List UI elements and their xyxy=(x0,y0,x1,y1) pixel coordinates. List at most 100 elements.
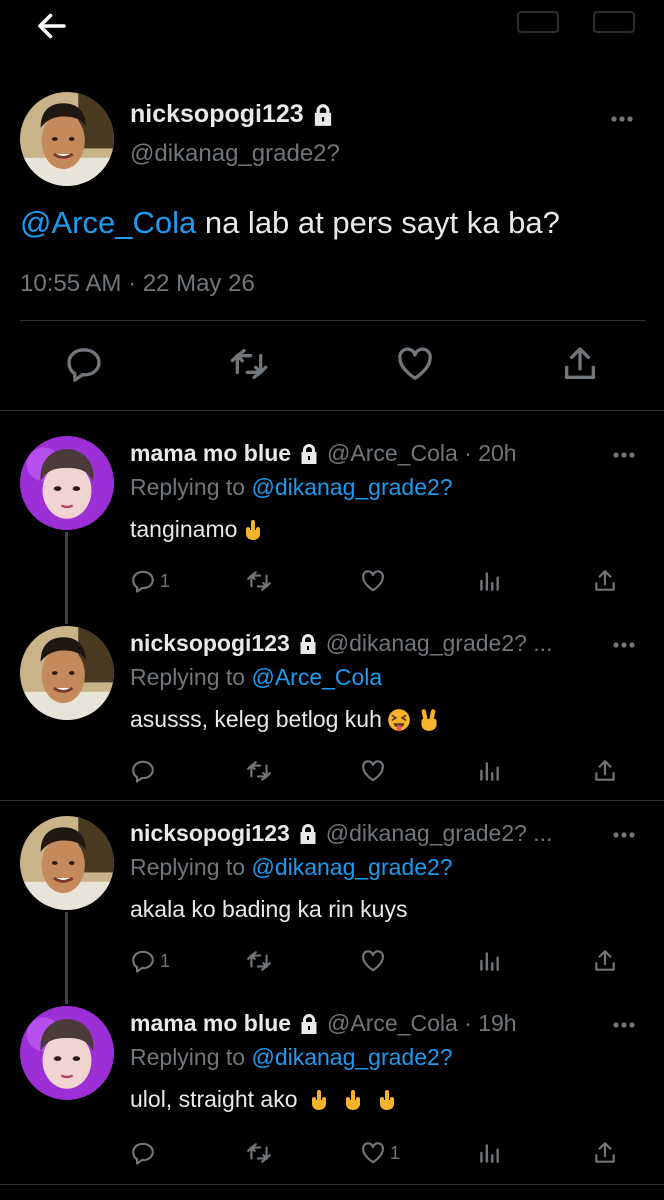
reply-action[interactable] xyxy=(130,756,160,786)
reply-action[interactable] xyxy=(130,1138,160,1168)
reply-icon xyxy=(130,568,156,594)
tweet-text: akala ko bading ka rin kuys xyxy=(130,896,407,923)
like-icon xyxy=(360,1140,386,1166)
retweet-action[interactable] xyxy=(246,756,272,786)
share-icon[interactable] xyxy=(560,344,600,384)
share-action[interactable] xyxy=(592,756,618,786)
divider xyxy=(0,410,664,411)
author-name[interactable]: mama mo blue xyxy=(130,1010,291,1037)
views-action[interactable] xyxy=(476,566,502,596)
like-icon xyxy=(360,568,386,594)
divider xyxy=(0,800,664,801)
author-handle-time: @dikanag_grade2? ... xyxy=(325,820,553,846)
like-icon xyxy=(360,948,386,974)
replying-to: Replying to @Arce_Cola xyxy=(130,664,383,690)
retweet-action[interactable] xyxy=(246,1138,272,1168)
views-icon xyxy=(476,568,502,594)
share-action[interactable] xyxy=(592,946,618,976)
tweet-body: akala ko bading ka rin kuys xyxy=(130,896,408,922)
author-name[interactable]: nicksopogi123 xyxy=(130,630,290,657)
tweet-actions: 1 xyxy=(0,566,664,596)
more-icon[interactable] xyxy=(612,830,636,840)
mention-link[interactable]: @dikanag_grade2? xyxy=(251,854,452,880)
avatar[interactable] xyxy=(20,436,114,530)
reply-icon xyxy=(130,758,156,784)
lock-icon xyxy=(296,822,320,846)
middle-finger-emoji xyxy=(375,1087,399,1113)
avatar[interactable] xyxy=(20,626,114,720)
tweet-actions: 1 xyxy=(0,946,664,976)
reply-icon xyxy=(130,1140,156,1166)
author-name[interactable]: mama mo blue xyxy=(130,440,291,467)
retweet-icon xyxy=(246,948,272,974)
divider xyxy=(20,320,646,321)
views-action[interactable] xyxy=(476,756,502,786)
author-name: nicksopogi123 xyxy=(130,100,304,128)
mention-link[interactable]: @dikanag_grade2? xyxy=(251,474,452,500)
like-action[interactable] xyxy=(360,566,390,596)
reply-action[interactable]: 1 xyxy=(130,566,170,596)
mention-link[interactable]: @Arce_Cola xyxy=(251,664,382,690)
share-icon xyxy=(592,948,618,974)
replying-to: Replying to @dikanag_grade2? xyxy=(130,854,453,880)
reply-icon xyxy=(130,948,156,974)
reply-action[interactable]: 1 xyxy=(130,946,170,976)
tweet-body: na lab at pers sayt ka ba? xyxy=(196,205,560,240)
middle-finger-emoji xyxy=(307,1087,331,1113)
share-icon xyxy=(592,1140,618,1166)
replying-to: Replying to @dikanag_grade2? xyxy=(130,474,453,500)
like-action[interactable] xyxy=(360,756,390,786)
squint-tongue-emoji xyxy=(386,707,412,733)
retweet-icon[interactable] xyxy=(229,344,269,384)
top-bar xyxy=(0,0,664,60)
like-action[interactable]: 1 xyxy=(360,1138,400,1168)
avatar[interactable] xyxy=(20,816,114,910)
share-icon xyxy=(592,568,618,594)
like-icon xyxy=(360,758,386,784)
mention-link[interactable]: @dikanag_grade2? xyxy=(251,1044,452,1070)
views-icon xyxy=(476,1140,502,1166)
avatar[interactable] xyxy=(20,92,114,186)
author-handle-time: @dikanag_grade2? ... xyxy=(325,630,553,656)
like-icon[interactable] xyxy=(395,344,435,384)
like-action[interactable] xyxy=(360,946,390,976)
lock-icon xyxy=(297,442,321,466)
mention-link[interactable]: @Arce_Cola xyxy=(20,205,196,240)
reply-icon[interactable] xyxy=(64,344,104,384)
status-bar-icons xyxy=(517,11,635,33)
divider xyxy=(0,1184,664,1185)
views-action[interactable] xyxy=(476,946,502,976)
more-icon[interactable] xyxy=(612,450,636,460)
retweet-action[interactable] xyxy=(246,946,272,976)
retweet-action[interactable] xyxy=(246,566,272,596)
more-icon[interactable] xyxy=(612,1020,636,1030)
reply-header: mama mo blue @Arce_Cola · 19h xyxy=(130,1010,517,1037)
back-arrow-icon[interactable] xyxy=(34,8,70,44)
author-handle[interactable]: @dikanag_grade2? xyxy=(130,140,340,168)
tweet-text: ulol, straight ako xyxy=(130,1086,399,1113)
retweet-icon xyxy=(246,758,272,784)
share-action[interactable] xyxy=(592,566,618,596)
tweet-actions: 1 xyxy=(0,1138,664,1168)
tweet-body: ulol, straight ako xyxy=(130,1086,298,1112)
share-icon xyxy=(592,758,618,784)
lock-icon xyxy=(296,632,320,656)
author-name-row[interactable]: nicksopogi123 xyxy=(130,100,336,129)
middle-finger-emoji xyxy=(241,517,265,543)
lock-icon xyxy=(310,102,336,128)
tweet-body: asusss, keleg betlog kuh xyxy=(130,706,382,732)
more-icon[interactable] xyxy=(610,114,634,124)
views-icon xyxy=(476,758,502,784)
share-action[interactable] xyxy=(592,1138,618,1168)
avatar[interactable] xyxy=(20,1006,114,1100)
views-action[interactable] xyxy=(476,1138,502,1168)
tweet-text: asusss, keleg betlog kuh xyxy=(130,706,442,733)
author-handle-time: @Arce_Cola · 19h xyxy=(327,1010,517,1036)
replying-to: Replying to @dikanag_grade2? xyxy=(130,1044,453,1070)
author-name[interactable]: nicksopogi123 xyxy=(130,820,290,847)
reply-header: nicksopogi123 @dikanag_grade2? ... xyxy=(130,630,552,657)
more-icon[interactable] xyxy=(612,640,636,650)
victory-hand-emoji xyxy=(416,707,442,733)
reply-header: nicksopogi123 @dikanag_grade2? ... xyxy=(130,820,552,847)
author-handle-time: @Arce_Cola · 20h xyxy=(327,440,517,466)
